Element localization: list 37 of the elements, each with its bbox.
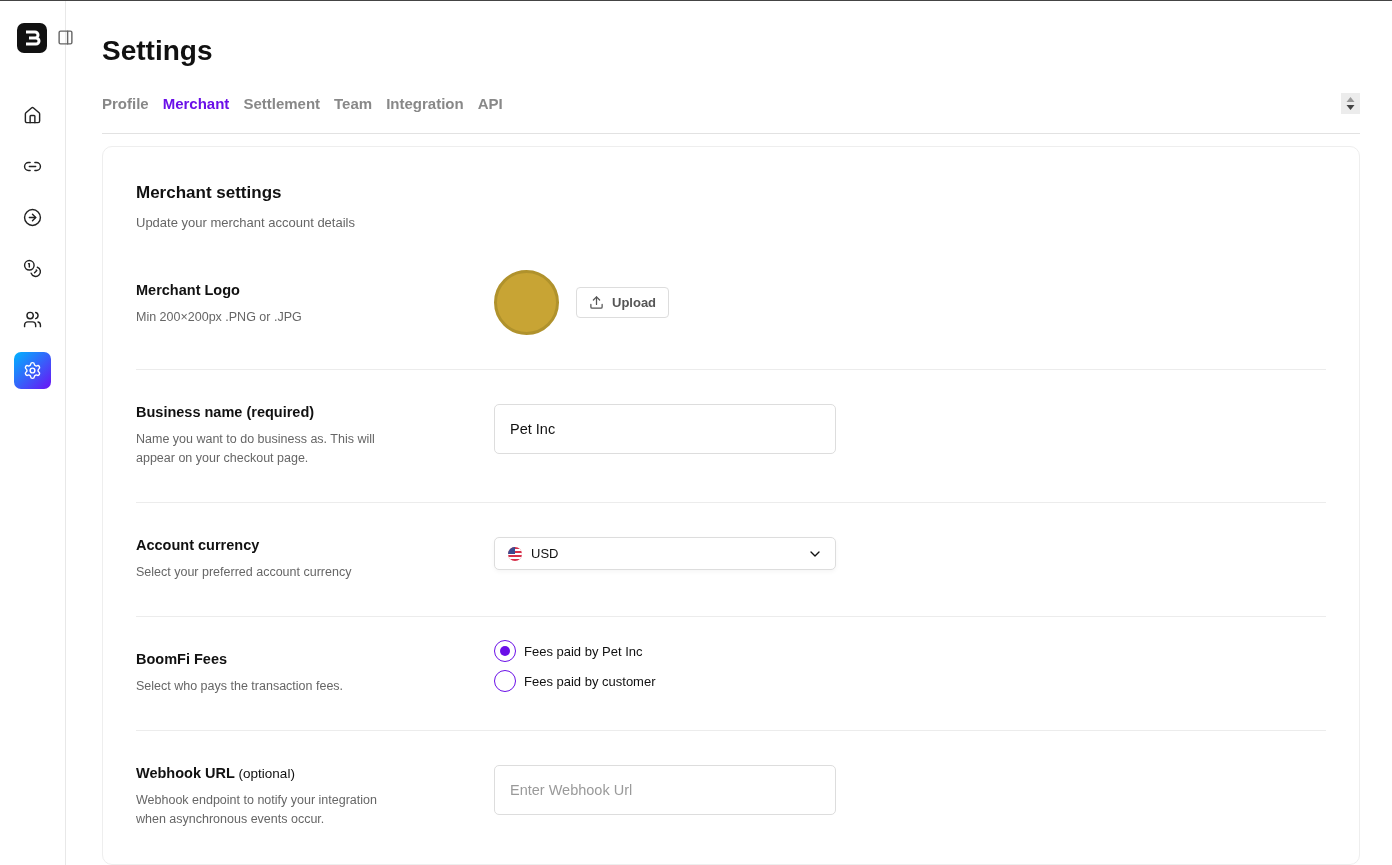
users-icon xyxy=(23,310,42,329)
tab[interactable]: Profile xyxy=(102,95,149,112)
logo-icon[interactable] xyxy=(16,23,47,53)
tab[interactable]: Merchant xyxy=(162,95,230,112)
coins-icon xyxy=(23,259,42,278)
home-icon xyxy=(23,106,42,125)
field-label: Webhook URL xyxy=(136,765,235,781)
field-label: Account currency xyxy=(136,537,261,553)
upload-icon xyxy=(589,295,604,310)
field-description: Webhook endpoint to notify your integration when asynchronous events occur. xyxy=(136,792,378,828)
tab[interactable]: Team xyxy=(334,95,373,112)
field-description: Select your preferred account currency xyxy=(136,564,353,581)
arrow-circle-icon xyxy=(23,208,42,227)
card-title: Merchant settings xyxy=(136,183,283,203)
card-subtitle: Update your merchant account details xyxy=(136,215,356,230)
field-description: Min 200×200px .PNG or .JPG xyxy=(136,309,303,326)
radio-option[interactable]: Fees paid by Pet Inc xyxy=(494,640,656,662)
field-label: Business name (required) xyxy=(136,404,316,420)
tab[interactable]: Settlement xyxy=(243,95,321,112)
radio-option[interactable]: Fees paid by customer xyxy=(494,670,656,692)
field-label: BoomFi Fees xyxy=(136,651,229,667)
field-description: Select who pays the transaction fees. xyxy=(136,678,345,695)
optional-note: (optional) xyxy=(238,766,295,781)
upload-button[interactable]: Upload xyxy=(576,287,670,318)
nav-item[interactable] xyxy=(14,352,51,389)
tab[interactable]: API xyxy=(477,95,503,112)
page-title: Settings xyxy=(102,34,214,68)
text-field[interactable]: Pet Inc xyxy=(494,404,836,454)
currency-select[interactable]: USD xyxy=(494,537,836,570)
field-label: Merchant Logo xyxy=(136,282,241,298)
settings-icon xyxy=(23,361,42,380)
field-description: Name you want to do business as. This will appear on your checkout page. xyxy=(136,431,376,467)
text-field[interactable]: Enter Webhook Url xyxy=(494,765,836,815)
spinner-arrows-icon[interactable] xyxy=(1341,93,1360,114)
panel-toggle-icon[interactable] xyxy=(57,29,74,46)
flag-icon xyxy=(507,545,523,562)
tab[interactable]: Integration xyxy=(386,95,464,112)
